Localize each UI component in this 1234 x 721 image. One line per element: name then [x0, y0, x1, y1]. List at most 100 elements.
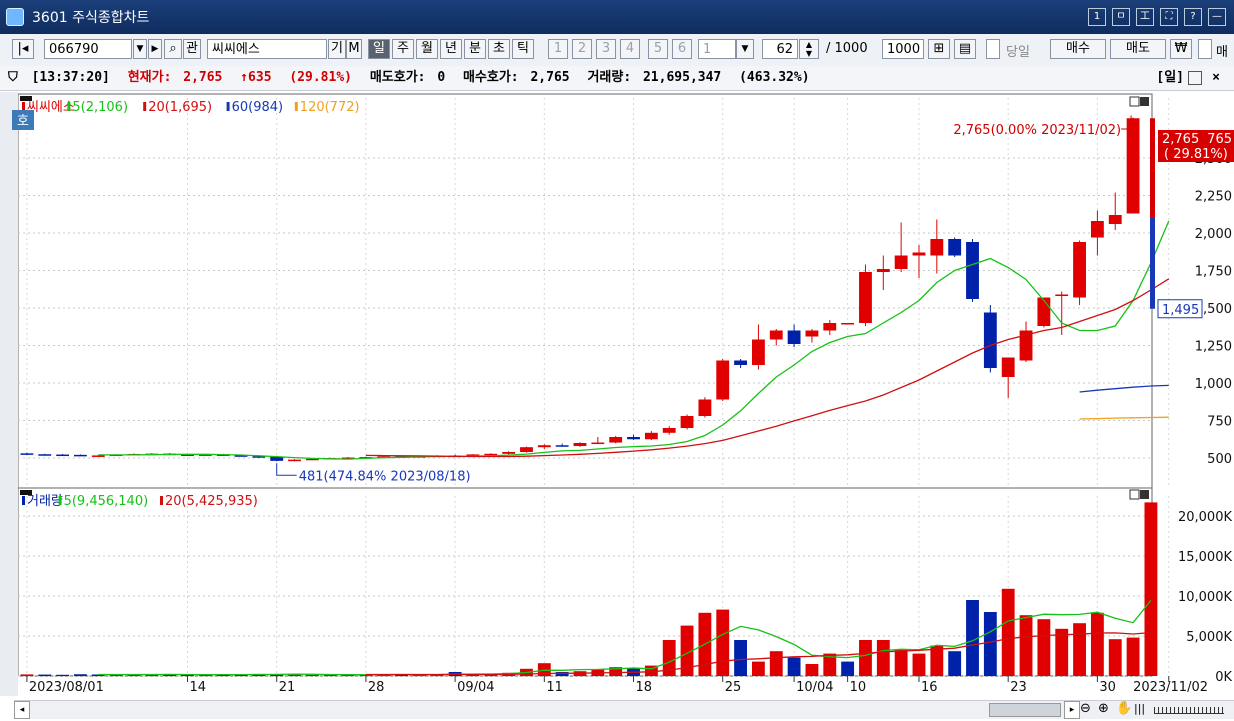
gwan-button[interactable]: 관 — [183, 39, 201, 59]
min-annotation: 481(474.84% 2023/08/18) — [299, 469, 471, 484]
stock-name-field[interactable]: 씨씨에스 — [207, 39, 327, 59]
tab-day[interactable]: 일 — [368, 39, 390, 59]
restore-icon[interactable] — [1188, 71, 1202, 85]
ruler-icon[interactable] — [1154, 707, 1224, 714]
candle — [680, 416, 694, 428]
count-input[interactable]: 62 — [762, 39, 798, 59]
candle — [1126, 118, 1140, 214]
close-icon[interactable]: × — [1212, 66, 1220, 90]
total-label: / 1000 — [826, 41, 868, 56]
price-tick-label: 2,250 — [1195, 190, 1232, 205]
candle — [1090, 221, 1104, 238]
stepper-icon[interactable]: ▲ ▼ — [799, 39, 819, 59]
filter-icon[interactable]: ⛉ — [8, 70, 18, 85]
price-legend-item: 20(1,695) — [148, 100, 212, 115]
candle — [894, 255, 908, 269]
tab-year[interactable]: 년 — [440, 39, 462, 59]
tab-month[interactable]: 월 — [416, 39, 438, 59]
extra-label: 매 — [1216, 45, 1228, 60]
interval-2[interactable]: 2 — [572, 39, 592, 59]
gi-button[interactable]: 기 — [328, 39, 346, 59]
tab-minute[interactable]: 분 — [464, 39, 486, 59]
volume-bar — [930, 645, 944, 676]
candle — [716, 360, 730, 400]
volume-bar — [1037, 619, 1051, 676]
won-button[interactable]: ₩ — [1170, 39, 1192, 59]
volume-panel-menu-icon[interactable] — [20, 490, 32, 495]
interval-3[interactable]: 3 — [596, 39, 616, 59]
volume-restore-icon[interactable] — [1129, 489, 1140, 500]
interval-5[interactable]: 5 — [648, 39, 668, 59]
bid-label: 매수호가: — [462, 70, 519, 85]
volume-tick-label: 10,000K — [1178, 590, 1232, 605]
tab-second[interactable]: 초 — [488, 39, 510, 59]
volume-close-icon[interactable] — [1140, 490, 1149, 499]
x-tick-label: 21 — [279, 680, 296, 695]
quote-badge-label: 호 — [17, 114, 29, 129]
volume-bar — [912, 653, 926, 676]
candle — [537, 445, 551, 448]
chart-area[interactable]: 5007501,0001,2501,5001,7502,0002,2502,50… — [0, 92, 1234, 698]
maximize-icon[interactable]: ⛶ — [1160, 8, 1178, 26]
buy-button[interactable]: 매수 — [1050, 39, 1106, 59]
zoom-in-icon[interactable]: ⊕ — [1098, 701, 1109, 717]
candle — [288, 459, 301, 462]
tab-week[interactable]: 주 — [392, 39, 414, 59]
price-close-icon[interactable] — [1140, 97, 1149, 106]
zoom-out-icon[interactable]: ⊖ — [1080, 701, 1091, 717]
volume-label: 거래량: — [587, 70, 632, 85]
next-icon[interactable]: ▶ — [148, 39, 162, 59]
today-checkbox[interactable] — [986, 39, 1000, 59]
x-tick-label: 2023/11/02 — [1133, 680, 1208, 695]
window-button-1[interactable]: 1 — [1088, 8, 1106, 26]
candle — [1037, 297, 1051, 326]
candle — [502, 452, 516, 454]
extra-checkbox[interactable] — [1198, 39, 1212, 59]
candle — [948, 239, 962, 256]
pin-icon[interactable]: 工 — [1136, 8, 1154, 26]
interval-6[interactable]: 6 — [672, 39, 692, 59]
price-panel-frame — [17, 93, 1153, 489]
bars-icon[interactable]: ||| — [1134, 701, 1145, 717]
candle — [698, 399, 712, 416]
candle — [20, 453, 34, 455]
m-button[interactable]: M — [346, 39, 362, 59]
minimize-icon[interactable]: — — [1208, 8, 1226, 26]
search-icon[interactable]: ⌕ — [164, 39, 182, 59]
sell-button[interactable]: 매도 — [1110, 39, 1166, 59]
candle — [609, 437, 623, 443]
scroll-left-icon[interactable]: ◂ — [14, 701, 30, 719]
volume-bar — [1144, 502, 1158, 676]
prev-close-label: 1,495 — [1162, 303, 1199, 318]
stock-code-input[interactable]: 066790 — [44, 39, 132, 59]
volume-bar — [876, 640, 890, 676]
candle — [859, 272, 872, 323]
candle — [662, 428, 676, 433]
volume-bar — [734, 640, 747, 676]
window-button-2[interactable]: ㅁ — [1112, 8, 1130, 26]
chevron-down-icon[interactable]: ▼ — [133, 39, 147, 59]
price-label: 현재가: — [127, 70, 172, 85]
panel-menu-icon[interactable] — [20, 96, 32, 101]
interval-4[interactable]: 4 — [620, 39, 640, 59]
tab-tick[interactable]: 틱 — [512, 39, 534, 59]
horizontal-scrollbar[interactable]: ◂ ▸ ⊖ ⊕ ✋ ||| — [14, 700, 1234, 719]
help-icon[interactable]: ? — [1184, 8, 1202, 26]
interval-1[interactable]: 1 — [548, 39, 568, 59]
candle — [966, 242, 979, 299]
calendar-icon[interactable]: ▤ — [954, 39, 976, 59]
export-icon[interactable]: ⊞ — [928, 39, 950, 59]
volume-bar — [948, 651, 962, 676]
scroll-thumb[interactable] — [989, 703, 1061, 717]
range-bar-down — [1150, 217, 1155, 309]
hand-icon[interactable]: ✋ — [1116, 701, 1132, 717]
total-input[interactable]: 1000 — [882, 39, 924, 59]
x-tick-label: 23 — [1010, 680, 1027, 695]
chevron-down-icon[interactable]: ▼ — [736, 39, 754, 59]
volume-bar — [20, 674, 34, 676]
scroll-right-icon[interactable]: ▸ — [1064, 701, 1080, 719]
candle — [1073, 242, 1086, 298]
interval-select[interactable]: 1 — [698, 39, 736, 59]
first-icon[interactable]: |◂ — [12, 39, 34, 59]
price-restore-icon[interactable] — [1129, 96, 1140, 107]
